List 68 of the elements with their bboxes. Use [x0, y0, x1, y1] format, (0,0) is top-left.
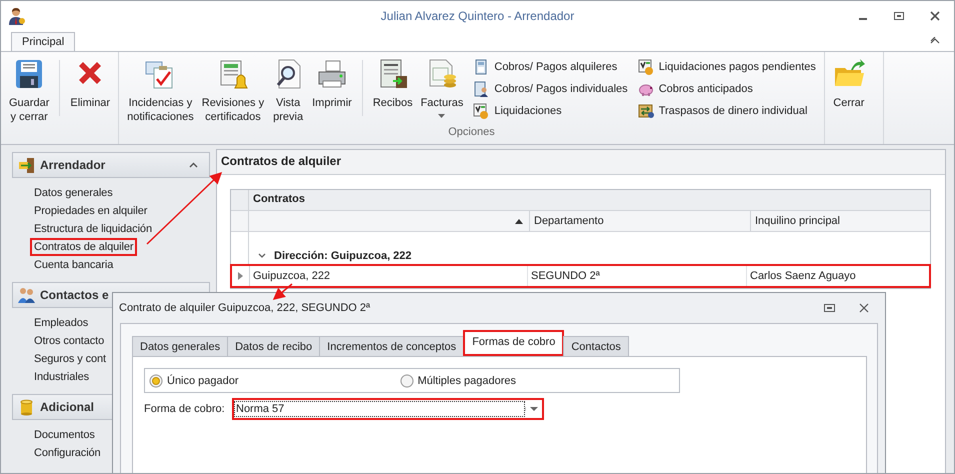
table-cell: Guipuzcoa, 222: [250, 266, 528, 286]
column-header[interactable]: Inquilino principal: [751, 211, 930, 231]
door-arrow-icon: [18, 156, 35, 174]
caret-icon: [530, 407, 538, 411]
nav-link[interactable]: Empleados: [30, 314, 92, 332]
nav-link[interactable]: Cuenta bancaria: [30, 256, 118, 274]
ribbon-button[interactable]: Recibos: [368, 58, 417, 126]
ribbon-button[interactable]: Cerrar: [828, 58, 869, 126]
ribbon-button[interactable]: Vista previa: [268, 58, 308, 126]
ribbon-button[interactable]: Cobros/ Pagos alquileres: [473, 58, 628, 76]
checklist-icon: [638, 59, 654, 75]
dialog-tab[interactable]: Datos generales: [132, 336, 228, 356]
restore-icon[interactable]: [824, 303, 835, 313]
checklist-icon: [473, 103, 490, 119]
people-icon: [18, 286, 35, 304]
table-row[interactable]: Guipuzcoa, 222 SEGUNDO 2ª Carlos Saenz Aguayo: [230, 264, 931, 288]
nav-link[interactable]: Contratos de alquiler: [30, 238, 138, 256]
collapse-ribbon-icon[interactable]: [930, 37, 940, 45]
ribbon-button[interactable]: Revisiones y certificados: [198, 58, 268, 126]
close-icon[interactable]: [859, 303, 869, 313]
ribbon-button[interactable]: Traspasos de dinero individual: [638, 102, 816, 120]
dialog-tab[interactable]: Datos de recibo: [227, 336, 320, 356]
radio-option[interactable]: Múltiples pagadores: [400, 374, 516, 388]
nav-group-title: Arrendador: [40, 158, 106, 172]
group-row-label: Dirección: Guipuzcoa, 222: [274, 250, 412, 262]
person-icon: [9, 7, 25, 25]
dialog-tab[interactable]: Incrementos de conceptos: [319, 336, 464, 356]
ribbon-button[interactable]: Cobros anticipados: [638, 80, 816, 98]
nav-link[interactable]: Estructura de liquidación: [30, 220, 156, 238]
close-icon[interactable]: [930, 11, 940, 21]
nav-link[interactable]: Seguros y cont: [30, 350, 110, 368]
calculator-person-icon: [473, 81, 490, 97]
ribbon-button[interactable]: Guardar y cerrar: [5, 58, 54, 126]
calculator-icon: [473, 59, 490, 75]
ribbon-button[interactable]: Imprimir: [308, 58, 356, 126]
nav-link[interactable]: Datos generales: [30, 184, 117, 202]
dialog-tab[interactable]: Formas de cobro: [463, 330, 564, 356]
ribbon-button[interactable]: Facturas: [416, 58, 468, 126]
expand-icon[interactable]: [258, 253, 266, 259]
dialog-tab[interactable]: Contactos: [563, 336, 629, 356]
nav-link[interactable]: Otros contacto: [30, 332, 108, 350]
nav-group-title: Contactos e: [40, 288, 109, 302]
group-label: Opciones: [448, 126, 495, 138]
annotation-arrow: [272, 283, 292, 300]
table-cell-text: Carlos Saenz Aguayo: [749, 269, 857, 284]
transfer-icon: [638, 103, 654, 119]
ribbon-button[interactable]: Liquidaciones: [473, 102, 628, 120]
grid-caption: Contratos: [252, 192, 306, 207]
cylinder-icon: [18, 398, 35, 416]
chevron-up-icon[interactable]: [189, 162, 198, 168]
nav-link[interactable]: Propiedades en alquiler: [30, 202, 152, 220]
table-cell: SEGUNDO 2ª: [528, 266, 747, 286]
nav-link[interactable]: Documentos: [30, 426, 99, 444]
dropdown-field[interactable]: Norma 57: [232, 398, 544, 420]
ribbon-button[interactable]: Liquidaciones pagos pendientes: [638, 58, 816, 76]
ribbon-button[interactable]: Eliminar: [66, 58, 114, 126]
printer-icon: [316, 58, 348, 90]
nav-group-title: Adicional: [40, 400, 94, 414]
window-title: Julian Alvarez Quintero - Arrendador: [380, 9, 574, 23]
nav-link[interactable]: Configuración: [30, 444, 105, 462]
nav-group-header[interactable]: Arrendador: [12, 152, 210, 178]
restore-icon[interactable]: [894, 11, 904, 21]
ribbon-button[interactable]: Cobros/ Pagos individuales: [473, 80, 628, 98]
nav-link[interactable]: Industriales: [30, 368, 94, 386]
column-header[interactable]: Departamento: [530, 211, 751, 231]
radio-option[interactable]: Único pagador: [149, 374, 239, 388]
ribbon-button[interactable]: Incidencias y notificaciones: [123, 58, 198, 126]
ribbon-tab[interactable]: Principal: [11, 32, 76, 51]
